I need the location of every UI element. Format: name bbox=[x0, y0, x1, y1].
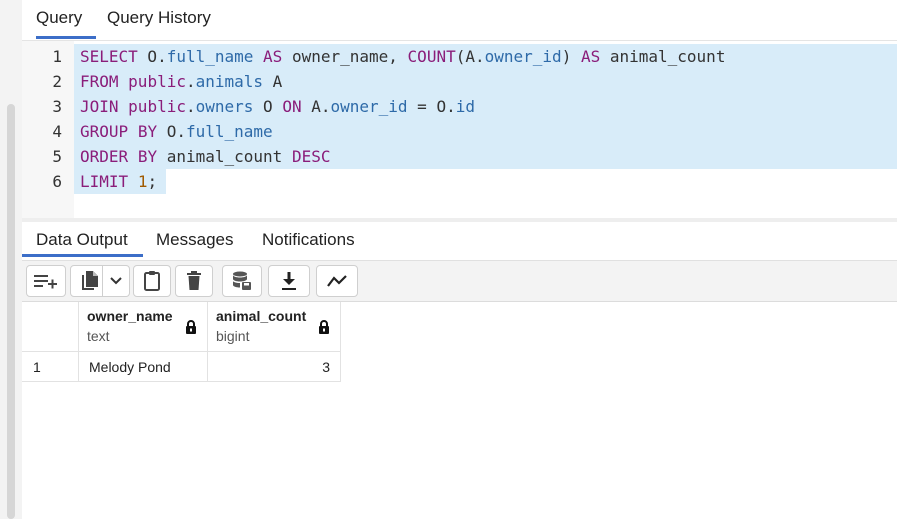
copy-icon bbox=[79, 270, 99, 292]
line-number: 2 bbox=[52, 72, 62, 91]
paste-icon bbox=[143, 270, 161, 292]
code-line[interactable]: GROUP BY O.full_name bbox=[80, 119, 273, 144]
data-output-toolbar bbox=[22, 261, 897, 302]
copy-button[interactable] bbox=[70, 265, 130, 297]
row-number[interactable]: 1 bbox=[22, 352, 79, 382]
split-divider bbox=[102, 266, 103, 296]
output-tabs: Data Output Messages Notifications bbox=[22, 222, 897, 261]
tab-query-history[interactable]: Query History bbox=[107, 0, 211, 36]
lock-icon bbox=[318, 319, 330, 339]
graph-visualiser-button[interactable] bbox=[316, 265, 358, 297]
add-row-button[interactable] bbox=[26, 265, 66, 297]
tab-data-output[interactable]: Data Output bbox=[22, 222, 143, 257]
column-type: bigint bbox=[216, 328, 250, 344]
save-data-icon bbox=[231, 270, 253, 292]
graph-icon bbox=[326, 273, 348, 289]
column-name: animal_count bbox=[216, 308, 307, 324]
column-header-owner-name[interactable]: owner_name text bbox=[79, 302, 208, 352]
paste-button[interactable] bbox=[133, 265, 171, 297]
row-header-corner bbox=[22, 302, 79, 352]
tab-query[interactable]: Query bbox=[36, 0, 96, 39]
cell-owner-name[interactable]: Melody Pond bbox=[79, 352, 208, 382]
column-type: text bbox=[87, 328, 110, 344]
download-icon bbox=[280, 271, 298, 291]
code-line[interactable]: ORDER BY animal_count DESC bbox=[80, 144, 330, 169]
code-line[interactable]: JOIN public.owners O ON A.owner_id = O.i… bbox=[80, 94, 475, 119]
editor-scrollbar[interactable] bbox=[0, 0, 22, 519]
line-number: 6 bbox=[52, 172, 62, 191]
cell-animal-count[interactable]: 3 bbox=[208, 352, 341, 382]
line-number: 5 bbox=[52, 147, 62, 166]
line-number: 4 bbox=[52, 122, 62, 141]
query-tabs: Query Query History bbox=[22, 0, 897, 39]
tab-notifications[interactable]: Notifications bbox=[262, 222, 355, 257]
line-number: 1 bbox=[52, 47, 62, 66]
delete-button[interactable] bbox=[175, 265, 213, 297]
chevron-down-icon[interactable] bbox=[109, 274, 123, 288]
sql-editor[interactable]: 1 2 3 4 5 6 SELECT O.full_name AS owner_… bbox=[22, 40, 897, 219]
scrollbar-thumb[interactable] bbox=[7, 104, 15, 519]
code-line[interactable]: FROM public.animals A bbox=[80, 69, 282, 94]
save-data-button[interactable] bbox=[222, 265, 262, 297]
code-line[interactable]: LIMIT 1; bbox=[80, 169, 157, 194]
line-number: 3 bbox=[52, 97, 62, 116]
tab-messages[interactable]: Messages bbox=[156, 222, 233, 257]
delete-icon bbox=[186, 271, 202, 291]
download-button[interactable] bbox=[268, 265, 310, 297]
column-name: owner_name bbox=[87, 308, 173, 324]
column-header-animal-count[interactable]: animal_count bigint bbox=[208, 302, 341, 352]
code-line[interactable]: SELECT O.full_name AS owner_name, COUNT(… bbox=[80, 44, 725, 69]
add-row-icon bbox=[33, 271, 59, 291]
lock-icon bbox=[185, 319, 197, 339]
